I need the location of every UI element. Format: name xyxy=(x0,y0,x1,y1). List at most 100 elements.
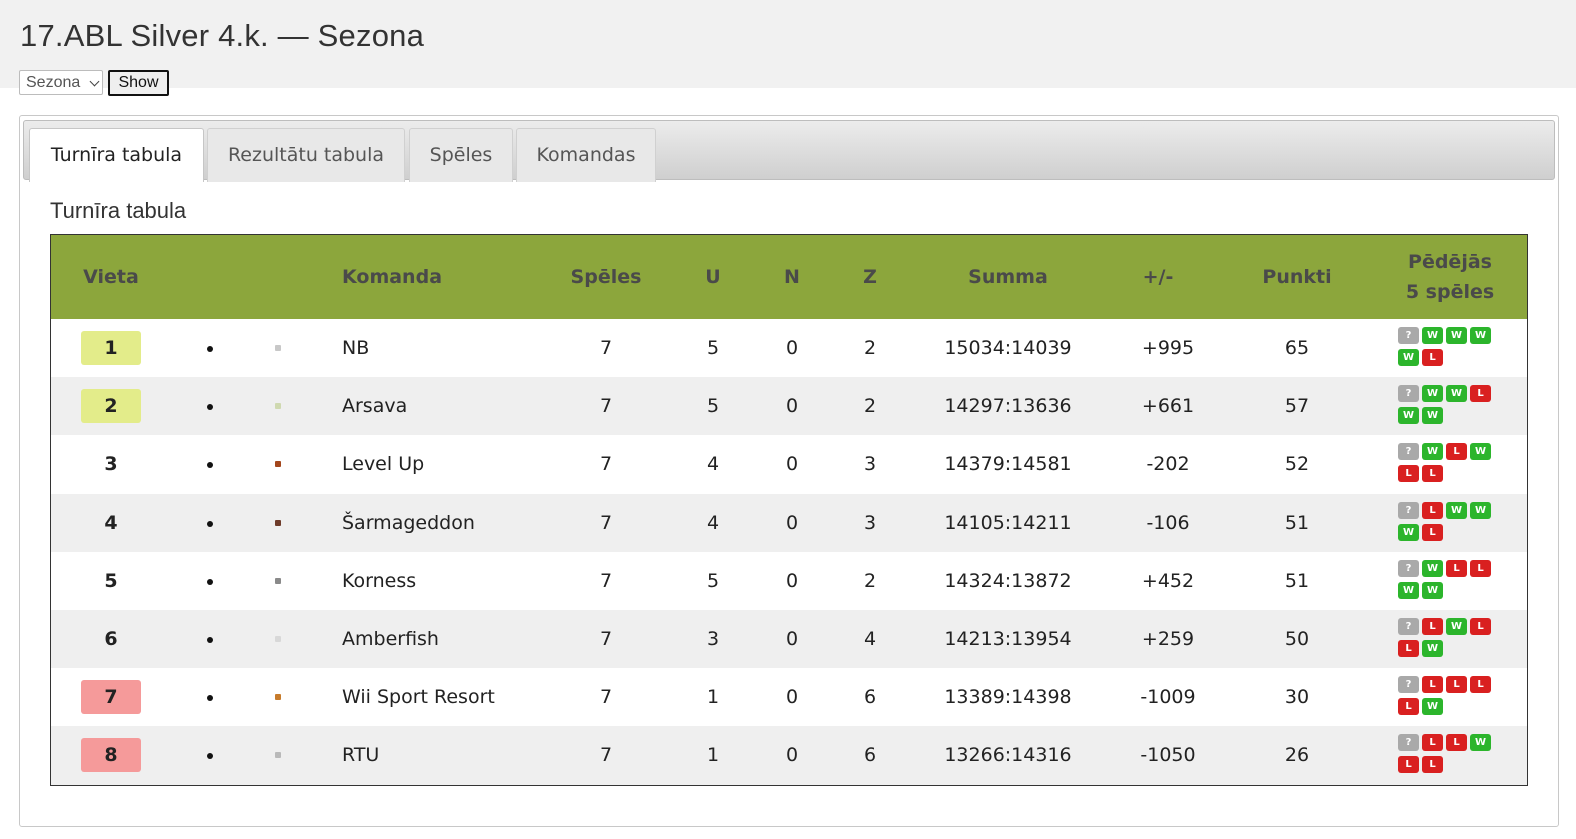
loss-badge[interactable]: L xyxy=(1422,501,1443,519)
team-name-link[interactable]: NB xyxy=(342,319,562,377)
win-badge[interactable]: W xyxy=(1446,617,1467,635)
team-name-link[interactable]: RTU xyxy=(342,726,562,784)
loss-badge[interactable]: L xyxy=(1422,676,1443,694)
unknown-result-badge[interactable]: ? xyxy=(1398,617,1419,635)
win-badge[interactable]: W xyxy=(1446,327,1467,344)
show-button[interactable]: Show xyxy=(108,70,169,96)
unknown-result-badge[interactable]: ? xyxy=(1398,734,1419,752)
team-name-link[interactable]: Wii Sport Resort xyxy=(342,668,562,726)
win-badge[interactable]: W xyxy=(1422,443,1443,461)
cell-diff: +661 xyxy=(1141,395,1195,418)
tab-rezultatu-tabula[interactable]: Rezultātu tabula xyxy=(207,128,405,182)
team-logo-icon[interactable] xyxy=(275,752,281,759)
cell-losses: 2 xyxy=(863,569,877,592)
win-badge[interactable]: W xyxy=(1422,327,1443,344)
win-badge[interactable]: W xyxy=(1470,734,1491,752)
loss-badge[interactable]: L xyxy=(1470,617,1491,635)
team-name-link[interactable]: Šarmageddon xyxy=(342,494,562,552)
tab-speles[interactable]: Spēles xyxy=(409,128,513,182)
col-header-diff[interactable]: +/- xyxy=(1118,235,1198,319)
tab-komandas[interactable]: Komandas xyxy=(516,128,656,182)
win-badge[interactable]: W xyxy=(1470,443,1491,461)
loss-badge[interactable]: L xyxy=(1446,559,1467,577)
loss-badge[interactable]: L xyxy=(1422,756,1443,774)
tab-turnira-tabula[interactable]: Turnīra tabula xyxy=(29,128,204,182)
cell-draws: 0 xyxy=(785,627,799,650)
team-name-link[interactable]: Amberfish xyxy=(342,610,562,668)
cell-games: 7 xyxy=(599,337,613,359)
loss-badge[interactable]: L xyxy=(1398,756,1419,774)
team-logo-icon[interactable] xyxy=(275,461,281,468)
unknown-result-badge[interactable]: ? xyxy=(1398,676,1419,694)
win-badge[interactable]: W xyxy=(1422,639,1443,657)
col-header-losses[interactable]: Z xyxy=(840,235,900,319)
cell-diff: +452 xyxy=(1141,569,1195,592)
team-logo-icon[interactable] xyxy=(275,635,281,642)
win-badge[interactable]: W xyxy=(1422,407,1443,425)
team-name-link[interactable]: Arsava xyxy=(342,377,562,435)
bullet-icon xyxy=(207,404,213,411)
loss-badge[interactable]: L xyxy=(1422,617,1443,635)
season-select[interactable]: Sezona xyxy=(19,70,103,95)
col-header-draws[interactable]: N xyxy=(762,235,822,319)
win-badge[interactable]: W xyxy=(1398,581,1419,599)
cell-wins: 5 xyxy=(706,395,720,418)
section-title: Turnīra tabula xyxy=(50,198,187,223)
unknown-result-badge[interactable]: ? xyxy=(1398,443,1419,461)
col-header-place[interactable]: Vieta xyxy=(51,235,171,319)
cell-games: 7 xyxy=(599,627,613,650)
team-name-link[interactable]: Korness xyxy=(342,552,562,610)
team-logo-icon[interactable] xyxy=(275,403,281,410)
cell-wins: 3 xyxy=(706,627,720,650)
win-badge[interactable]: W xyxy=(1398,349,1419,366)
place-badge: 4 xyxy=(104,511,118,534)
cell-diff: -1050 xyxy=(1140,744,1196,767)
bullet-icon xyxy=(207,346,213,352)
team-name-link[interactable]: Level Up xyxy=(342,435,562,493)
team-logo-icon[interactable] xyxy=(275,345,281,351)
win-badge[interactable]: W xyxy=(1470,501,1491,519)
win-badge[interactable]: W xyxy=(1398,407,1419,425)
loss-badge[interactable]: L xyxy=(1422,734,1443,752)
win-badge[interactable]: W xyxy=(1422,581,1443,599)
cell-score: 14105:14211 xyxy=(944,511,1072,534)
loss-badge[interactable]: L xyxy=(1398,639,1419,657)
team-logo-icon[interactable] xyxy=(275,519,281,526)
unknown-result-badge[interactable]: ? xyxy=(1398,501,1419,519)
loss-badge[interactable]: L xyxy=(1422,523,1443,541)
win-badge[interactable]: W xyxy=(1422,559,1443,577)
unknown-result-badge[interactable]: ? xyxy=(1398,559,1419,577)
win-badge[interactable]: W xyxy=(1446,501,1467,519)
unknown-result-badge[interactable]: ? xyxy=(1398,327,1419,344)
col-header-points[interactable]: Punkti xyxy=(1247,235,1347,319)
last5-form: ? W L WL L xyxy=(1395,443,1505,487)
loss-badge[interactable]: L xyxy=(1446,734,1467,752)
win-badge[interactable]: W xyxy=(1422,385,1443,403)
win-badge[interactable]: W xyxy=(1422,698,1443,716)
cell-games: 7 xyxy=(599,511,613,534)
cell-draws: 0 xyxy=(785,395,799,418)
loss-badge[interactable]: L xyxy=(1422,465,1443,483)
cell-draws: 0 xyxy=(785,569,799,592)
win-badge[interactable]: W xyxy=(1470,327,1491,344)
team-logo-icon[interactable] xyxy=(275,694,281,701)
loss-badge[interactable]: L xyxy=(1398,465,1419,483)
loss-badge[interactable]: L xyxy=(1446,443,1467,461)
loss-badge[interactable]: L xyxy=(1398,698,1419,716)
col-header-games[interactable]: Spēles xyxy=(556,235,656,319)
loss-badge[interactable]: L xyxy=(1446,676,1467,694)
col-header-team[interactable]: Komanda xyxy=(342,235,502,319)
col-header-wins[interactable]: U xyxy=(683,235,743,319)
win-badge[interactable]: W xyxy=(1398,523,1419,541)
loss-badge[interactable]: L xyxy=(1470,559,1491,577)
col-header-last5: Pēdējās 5 spēles xyxy=(1385,235,1515,319)
col-header-score[interactable]: Summa xyxy=(938,235,1078,319)
cell-score: 15034:14039 xyxy=(944,337,1072,359)
loss-badge[interactable]: L xyxy=(1470,676,1491,694)
loss-badge[interactable]: L xyxy=(1470,385,1491,403)
loss-badge[interactable]: L xyxy=(1422,349,1443,366)
win-badge[interactable]: W xyxy=(1446,385,1467,403)
team-logo-icon[interactable] xyxy=(275,577,281,584)
unknown-result-badge[interactable]: ? xyxy=(1398,385,1419,403)
cell-wins: 1 xyxy=(706,686,720,709)
